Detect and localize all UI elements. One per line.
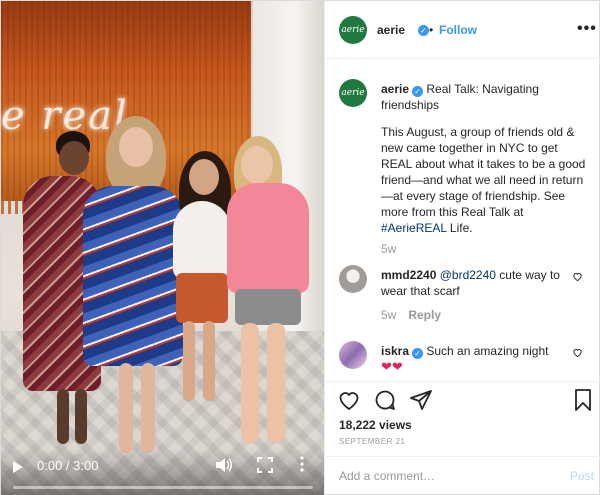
instagram-post-modal: e real 0:00 / 3:00 aerie aerie ✓ • Follo… bbox=[0, 0, 600, 495]
post-button[interactable]: Post bbox=[570, 469, 594, 483]
add-comment-bar: Post bbox=[325, 456, 600, 495]
reply-button[interactable]: Reply bbox=[408, 308, 441, 322]
more-vertical-icon[interactable] bbox=[299, 455, 305, 473]
comment-icon[interactable] bbox=[373, 388, 397, 412]
volume-icon[interactable] bbox=[215, 457, 233, 473]
video-controls: 0:00 / 3:00 bbox=[1, 449, 324, 495]
post-video[interactable]: e real 0:00 / 3:00 bbox=[1, 1, 324, 495]
post-header: aerie aerie ✓ • Follow ••• bbox=[325, 1, 600, 59]
play-icon[interactable] bbox=[13, 461, 23, 473]
heart-outline-icon[interactable] bbox=[572, 347, 583, 358]
post-actions: 18,222 views bbox=[325, 381, 600, 437]
verified-badge-icon: ✓ bbox=[418, 25, 429, 36]
like-heart-icon[interactable] bbox=[337, 388, 361, 412]
comment-body: Such an amazing night bbox=[426, 344, 549, 358]
avatar[interactable] bbox=[339, 265, 367, 293]
caption-avatar[interactable]: aerie bbox=[339, 79, 367, 107]
post-details-panel: aerie aerie ✓ • Follow ••• aerie aerie ✓ … bbox=[324, 1, 600, 495]
comment-username[interactable]: mmd2240 bbox=[381, 268, 436, 282]
more-options-icon[interactable]: ••• bbox=[577, 20, 597, 38]
video-time: 0:00 / 3:00 bbox=[37, 458, 99, 473]
post-date[interactable]: SEPTEMBER 21 bbox=[339, 437, 405, 446]
comment-text: iskra ✓ Such an amazing night ❤❤ bbox=[381, 343, 566, 375]
comments-scroll-area[interactable]: aerie aerie ✓ Real Talk: Navigating frien… bbox=[325, 59, 600, 379]
caption-username[interactable]: aerie bbox=[381, 82, 409, 96]
avatar[interactable]: aerie bbox=[339, 16, 367, 44]
heart-outline-icon[interactable] bbox=[572, 271, 583, 282]
verified-badge-icon: ✓ bbox=[412, 86, 424, 97]
caption-body: This August, a group of friends old & ne… bbox=[381, 124, 589, 236]
comment-username[interactable]: iskra bbox=[381, 344, 409, 358]
caption-body-end: Life. bbox=[446, 221, 473, 235]
caption-timestamp[interactable]: 5w bbox=[381, 242, 396, 256]
video-progress-bar[interactable] bbox=[13, 486, 313, 489]
hashtag-link[interactable]: #AerieREAL bbox=[381, 221, 447, 235]
caption-body-text: This August, a group of friends old & ne… bbox=[381, 125, 586, 219]
heart-emoji: ❤❤ bbox=[381, 359, 403, 374]
comment-meta: 5w Reply bbox=[381, 308, 441, 322]
comment-text: mmd2240 @brd2240 cute way to wear that s… bbox=[381, 267, 566, 299]
avatar[interactable] bbox=[339, 341, 367, 369]
comment-input[interactable] bbox=[339, 469, 549, 483]
share-icon[interactable] bbox=[409, 388, 433, 412]
bookmark-icon[interactable] bbox=[571, 388, 595, 412]
caption-title: aerie ✓ Real Talk: Navigating friendships bbox=[381, 81, 589, 113]
view-count[interactable]: 18,222 views bbox=[339, 418, 412, 432]
verified-badge-icon: ✓ bbox=[412, 348, 424, 359]
header-username[interactable]: aerie bbox=[377, 23, 405, 37]
follow-button[interactable]: Follow bbox=[439, 23, 477, 37]
comment-timestamp[interactable]: 5w bbox=[381, 308, 396, 322]
separator-dot: • bbox=[429, 23, 434, 37]
mention-link[interactable]: @brd2240 bbox=[440, 268, 496, 282]
fullscreen-icon[interactable] bbox=[257, 457, 273, 473]
